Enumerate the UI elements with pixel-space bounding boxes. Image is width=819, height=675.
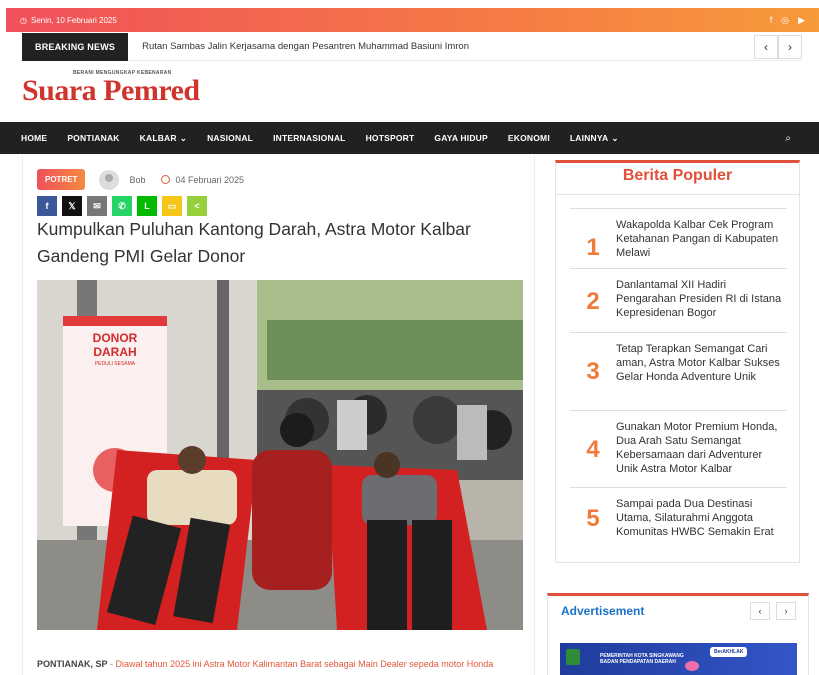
ad-next-button[interactable]: ›	[776, 602, 796, 620]
search-icon[interactable]: ⌕	[785, 133, 791, 144]
share-whatsapp-button[interactable]: ✆	[112, 196, 132, 216]
share-email-button[interactable]: ✉	[87, 196, 107, 216]
social-links: f ◎ ▶	[770, 15, 805, 26]
share-sms-button[interactable]: ▭	[162, 196, 182, 216]
chevron-down-icon: ⌄	[611, 132, 619, 143]
lead-text: Diawal tahun 2025 ini Astra Motor Kalima…	[115, 659, 494, 669]
breaking-news-label: BREAKING NEWS	[22, 32, 129, 61]
nav-gaya-hidup[interactable]: GAYA HIDUP	[434, 133, 488, 143]
popular-rank: 5	[586, 504, 600, 532]
share-buttons: f 𝕏 ✉ ✆ L ▭ <	[37, 196, 207, 216]
nav-kalbar[interactable]: KALBAR ⌄	[140, 133, 187, 144]
instagram-icon[interactable]: ◎	[781, 15, 789, 26]
popular-title: Tetap Terapkan Semangat Cari aman, Astra…	[616, 343, 780, 383]
category-badge[interactable]: POTRET	[37, 169, 86, 190]
advertisement-widget: Advertisement ‹ › PEMERINTAH KOTA SINGKA…	[547, 593, 809, 675]
photo-banner-line2: DARAH	[93, 345, 136, 359]
email-icon: ✉	[93, 200, 101, 211]
nav-home[interactable]: HOME	[21, 133, 47, 143]
top-bar: ◷ Senin, 10 Februari 2025 f ◎ ▶	[6, 8, 819, 32]
author-avatar	[99, 169, 120, 190]
photo-banner-line1: DONOR	[93, 331, 138, 345]
widget-title: Berita Populer	[556, 163, 799, 195]
popular-item[interactable]: 3 Tetap Terapkan Semangat Cari aman, Astr…	[570, 332, 787, 410]
dateline: PONTIANAK, SP	[37, 659, 108, 669]
whatsapp-icon: ✆	[118, 200, 126, 211]
share-sharethis-button[interactable]: <	[187, 196, 207, 216]
chevron-left-icon: ‹	[758, 606, 762, 616]
popular-item[interactable]: 5 Sampai pada Dua Destinasi Utama, Silatu…	[570, 487, 787, 549]
nav-lainnya[interactable]: LAINNYA ⌄	[570, 133, 619, 144]
ad-prev-button[interactable]: ‹	[750, 602, 770, 620]
breaking-next-button[interactable]: ›	[778, 34, 802, 59]
nav-nasional[interactable]: NASIONAL	[207, 133, 253, 143]
article-title: Kumpulkan Puluhan Kantong Darah, Astra M…	[37, 219, 471, 266]
popular-title: Sampai pada Dua Destinasi Utama, Silatur…	[616, 498, 774, 538]
main-navigation: HOME PONTIANAK KALBAR ⌄ NASIONAL INTERNAS…	[0, 122, 819, 154]
popular-item[interactable]: 4 Gunakan Motor Premium Honda, Dua Arah S…	[570, 410, 787, 488]
chevron-down-icon: ⌄	[179, 132, 188, 143]
facebook-icon[interactable]: f	[770, 15, 773, 26]
popular-title: Danlantamal XII Hadiri Pengarahan Presid…	[616, 279, 782, 319]
share-x-button[interactable]: 𝕏	[62, 196, 82, 216]
popular-rank: 2	[586, 287, 600, 315]
nav-pontianak[interactable]: PONTIANAK	[67, 133, 119, 143]
article-photo[interactable]: DONOR DARAH PEDULI SESAMA	[37, 280, 523, 630]
article-content: POTRET Bob 04 Februari 2025 f 𝕏 ✉ ✆ L ▭ < Kump…	[22, 154, 535, 675]
photo-banner-line3: PEDULI SESAMA	[95, 361, 136, 367]
popular-rank: 4	[586, 435, 600, 463]
chevron-right-icon: ›	[788, 39, 792, 54]
popular-item[interactable]: 2 Danlantamal XII Hadiri Pengarahan Presi…	[570, 268, 787, 334]
popular-news-widget: Berita Populer 1 Wakapolda Kalbar Cek Pro…	[555, 160, 800, 563]
share-facebook-button[interactable]: f	[37, 196, 57, 216]
article-lead: PONTIANAK, SP - Diawal tahun 2025 ini As…	[37, 659, 494, 669]
popular-title: Gunakan Motor Premium Honda, Dua Arah Sa…	[616, 421, 778, 475]
clock-icon	[161, 175, 171, 184]
photo-illustration: DONOR DARAH PEDULI SESAMA	[37, 280, 523, 630]
article-meta: POTRET Bob 04 Februari 2025	[37, 169, 244, 190]
breaking-news-headline[interactable]: Rutan Sambas Jalin Kerjasama dengan Pesa…	[128, 41, 754, 52]
author-name[interactable]: Bob	[129, 175, 145, 185]
berakhlak-badge: BerAKHLAK	[710, 647, 748, 657]
flower-icon	[685, 661, 699, 671]
line-icon: L	[144, 201, 150, 211]
city-crest-icon	[566, 649, 580, 665]
ad-carousel-nav: ‹ ›	[750, 602, 796, 620]
breaking-news-bar: BREAKING NEWS Rutan Sambas Jalin Kerjasa…	[22, 32, 802, 61]
ad-banner[interactable]: PEMERINTAH KOTA SINGKAWANG BADAN PENDAPAT…	[560, 643, 797, 675]
publish-date: 04 Februari 2025	[161, 175, 244, 185]
nav-hotsport[interactable]: HOTSPORT	[366, 133, 415, 143]
nav-ekonomi[interactable]: EKONOMI	[508, 133, 550, 143]
facebook-icon: f	[45, 201, 49, 211]
youtube-icon[interactable]: ▶	[798, 15, 805, 26]
logo-wordmark: Suara Pemred	[22, 74, 200, 107]
advertisement-title: Advertisement	[561, 604, 645, 618]
sharethis-icon: <	[194, 201, 200, 211]
share-line-button[interactable]: L	[137, 196, 157, 216]
chevron-right-icon: ›	[784, 606, 788, 616]
x-icon: 𝕏	[68, 200, 76, 211]
nav-internasional[interactable]: INTERNASIONAL	[273, 133, 346, 143]
clock-icon: ◷	[20, 15, 27, 25]
sms-icon: ▭	[167, 200, 177, 211]
current-date: ◷ Senin, 10 Februari 2025	[20, 15, 117, 25]
breaking-prev-button[interactable]: ‹	[754, 34, 778, 59]
site-logo[interactable]: BERANI MENGUNGKAP KEBENARAN Suara Pemred	[22, 70, 200, 106]
popular-rank: 3	[586, 357, 600, 385]
chevron-left-icon: ‹	[764, 39, 768, 54]
